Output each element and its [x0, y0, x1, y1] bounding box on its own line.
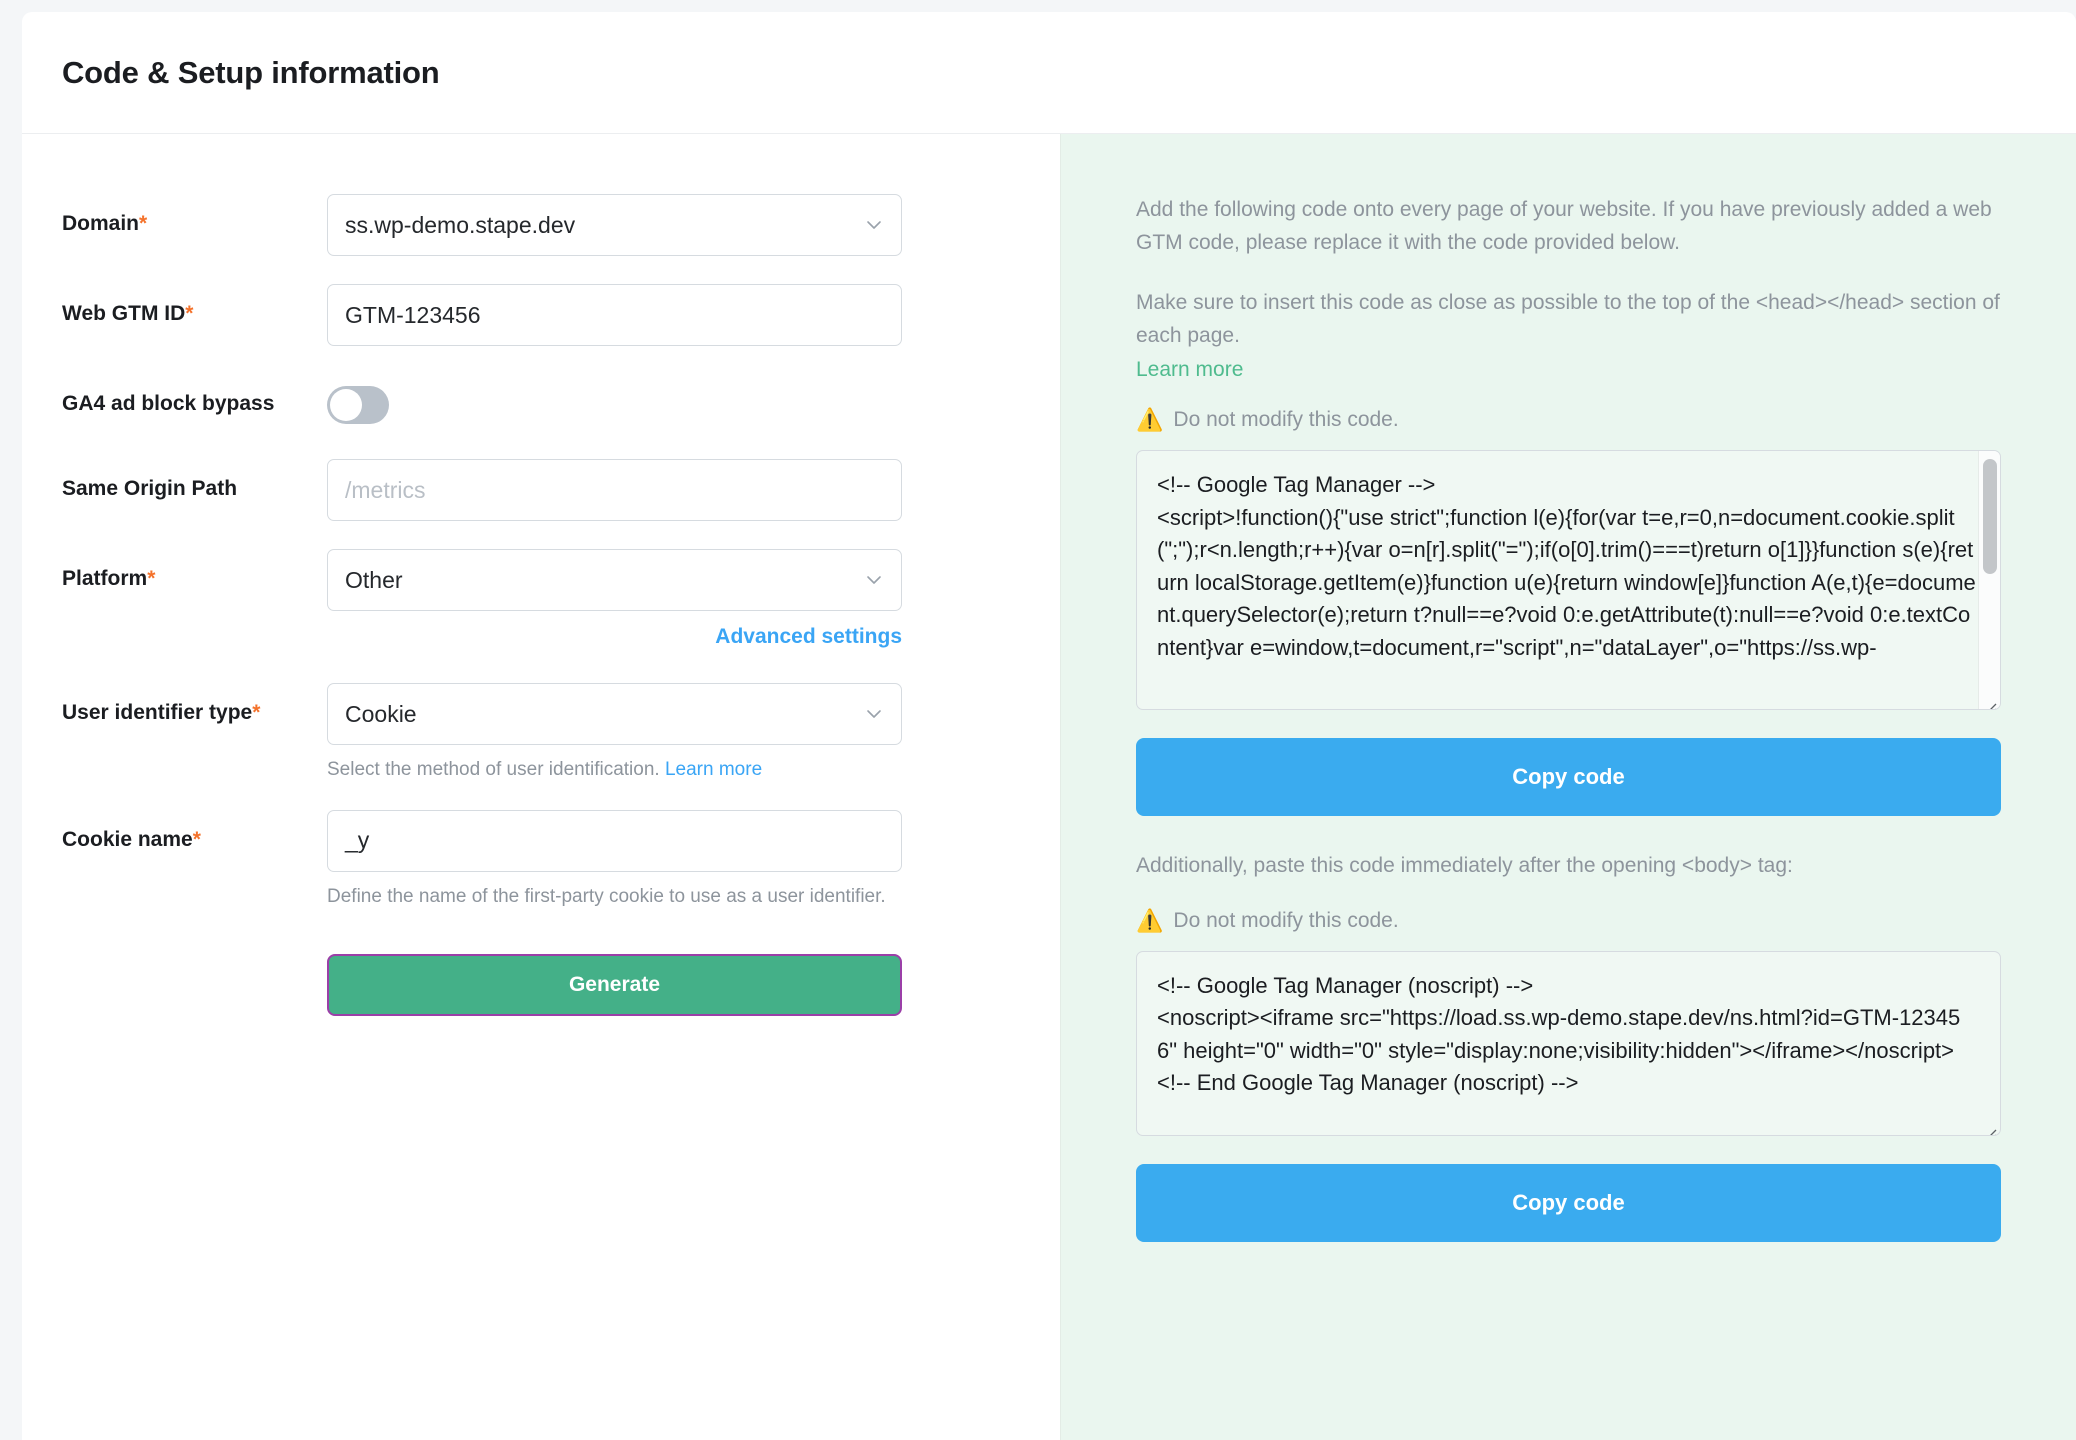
- head-code-box[interactable]: <!-- Google Tag Manager --> <script>!fun…: [1136, 450, 2001, 711]
- cookie-name-required-asterisk: *: [192, 827, 201, 851]
- same-origin-path-field-col: /metrics: [327, 459, 902, 521]
- code-instructions-pane: Add the following code onto every page o…: [1060, 134, 2076, 1440]
- toggle-knob: [330, 389, 362, 421]
- web-gtm-id-value: GTM-123456: [345, 301, 481, 328]
- generate-button[interactable]: Generate: [327, 954, 902, 1017]
- user-identifier-type-helper-text: Select the method of user identification…: [327, 759, 660, 780]
- body-code-text: <!-- Google Tag Manager (noscript) --> <…: [1157, 972, 1961, 1096]
- warning-line-body: ⚠️ Do not modify this code.: [1136, 909, 2001, 933]
- cookie-name-label: Cookie name*: [62, 810, 327, 853]
- advanced-settings-row: Advanced settings: [327, 625, 902, 649]
- body-code-box[interactable]: <!-- Google Tag Manager (noscript) --> <…: [1136, 950, 2001, 1136]
- platform-label-text: Platform: [62, 567, 148, 590]
- warning-triangle-icon: ⚠️: [1136, 907, 1164, 933]
- chevron-down-icon: [865, 571, 883, 589]
- user-identifier-type-field-col: Cookie Select the method of user identif…: [327, 683, 902, 784]
- user-identifier-type-label: User identifier type*: [62, 683, 327, 726]
- form-row-cookie-name: Cookie name* _y Define the name of the f…: [22, 809, 1060, 911]
- chevron-down-icon: [865, 216, 883, 234]
- web-gtm-id-label-text: Web GTM ID: [62, 302, 186, 325]
- ga4-bypass-label: GA4 ad block bypass: [62, 392, 275, 415]
- resize-handle-icon[interactable]: [1981, 1117, 1997, 1135]
- domain-label-text: Domain: [62, 212, 140, 235]
- form-row-same-origin-path: Same Origin Path /metrics: [22, 459, 1060, 521]
- head-code-scrollbar[interactable]: [1978, 451, 2000, 710]
- warning-line-head: ⚠️ Do not modify this code.: [1136, 408, 2001, 432]
- warning-text-body: Do not modify this code.: [1173, 908, 1399, 932]
- form-row-web-gtm-id: Web GTM ID* GTM-123456: [22, 284, 1060, 346]
- platform-select-value: Other: [345, 566, 403, 593]
- head-code-scroll-thumb[interactable]: [1983, 459, 1997, 575]
- body-note: Additionally, paste this code immediatel…: [1136, 854, 1793, 878]
- platform-label: Platform*: [62, 549, 327, 592]
- domain-label: Domain*: [62, 194, 327, 237]
- domain-required-asterisk: *: [139, 212, 148, 235]
- user-identifier-type-helper: Select the method of user identification…: [327, 756, 902, 784]
- settings-form-pane: Domain* ss.wp-demo.stape.dev Web GTM ID*: [22, 134, 1060, 1440]
- cookie-name-field-col: _y Define the name of the first-party co…: [327, 809, 902, 911]
- platform-field-col: Other: [327, 549, 902, 611]
- ga4-bypass-toggle[interactable]: [327, 386, 389, 424]
- body-split: Domain* ss.wp-demo.stape.dev Web GTM ID*: [22, 134, 2076, 1440]
- cookie-name-label-text: Cookie name: [62, 827, 193, 851]
- web-gtm-id-label: Web GTM ID*: [62, 284, 327, 327]
- code-setup-card: Code & Setup information Domain* ss.wp-d…: [22, 12, 2076, 1440]
- card-header: Code & Setup information: [22, 12, 2076, 134]
- advanced-settings-link[interactable]: Advanced settings: [715, 625, 902, 648]
- page-title: Code & Setup information: [62, 54, 440, 90]
- platform-select[interactable]: Other: [327, 549, 902, 611]
- head-code-text: <!-- Google Tag Manager --> <script>!fun…: [1157, 472, 1976, 660]
- warning-triangle-icon: ⚠️: [1136, 407, 1164, 433]
- intro-paragraph-2: Make sure to insert this code as close a…: [1136, 291, 2000, 347]
- head-learn-more-link[interactable]: Learn more: [1136, 358, 1243, 381]
- domain-select-value: ss.wp-demo.stape.dev: [345, 211, 576, 238]
- domain-field-col: ss.wp-demo.stape.dev: [327, 194, 902, 256]
- user-identifier-type-label-text: User identifier type: [62, 701, 253, 724]
- resize-handle-icon[interactable]: [1981, 691, 1997, 710]
- web-gtm-id-required-asterisk: *: [185, 302, 194, 325]
- copy-head-code-button[interactable]: Copy code: [1136, 738, 2001, 817]
- same-origin-path-input[interactable]: /metrics: [327, 459, 902, 521]
- copy-body-code-button[interactable]: Copy code: [1136, 1163, 2001, 1242]
- form-row-platform: Platform* Other: [22, 549, 1060, 611]
- web-gtm-id-input[interactable]: GTM-123456: [327, 284, 902, 346]
- same-origin-path-label: Same Origin Path: [62, 477, 238, 500]
- web-gtm-id-field-col: GTM-123456: [327, 284, 902, 346]
- domain-select[interactable]: ss.wp-demo.stape.dev: [327, 194, 902, 256]
- form-row-ga4-bypass: GA4 ad block bypass: [22, 374, 1060, 429]
- user-identifier-learn-more-link[interactable]: Learn more: [665, 759, 762, 780]
- cookie-name-helper: Define the name of the first-party cooki…: [327, 885, 886, 907]
- same-origin-path-placeholder: /metrics: [345, 476, 426, 503]
- platform-required-asterisk: *: [147, 567, 156, 590]
- form-row-user-identifier-type: User identifier type* Cookie Select the …: [22, 683, 1060, 784]
- chevron-down-icon: [865, 705, 883, 723]
- intro-paragraph-1: Add the following code onto every page o…: [1136, 198, 1992, 254]
- warning-text-head: Do not modify this code.: [1173, 408, 1399, 432]
- cookie-name-value: _y: [345, 827, 370, 854]
- ga4-bypass-field-col: [327, 374, 902, 429]
- cookie-name-input[interactable]: _y: [327, 809, 902, 872]
- user-identifier-type-value: Cookie: [345, 700, 417, 727]
- user-identifier-type-required-asterisk: *: [252, 701, 261, 724]
- user-identifier-type-select[interactable]: Cookie: [327, 683, 902, 745]
- form-row-domain: Domain* ss.wp-demo.stape.dev: [22, 194, 1060, 256]
